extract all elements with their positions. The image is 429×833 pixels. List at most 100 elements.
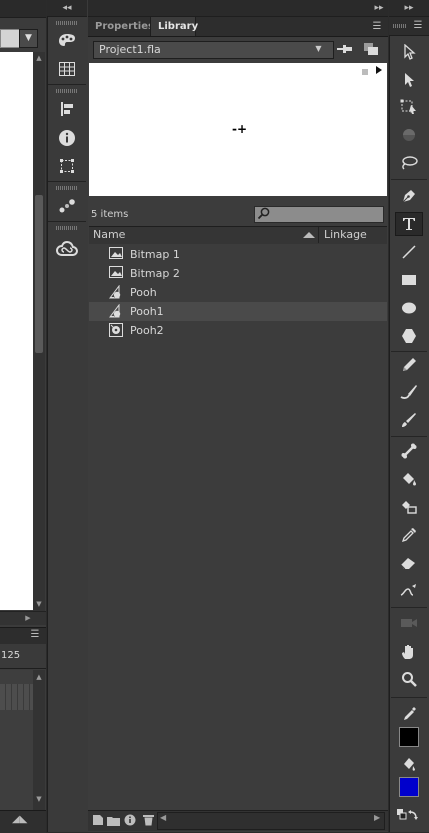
pencil-tool-icon[interactable]: [395, 353, 423, 377]
timeline-layer-frames[interactable]: [0, 684, 33, 710]
library-item-label: Bitmap 2: [130, 267, 180, 280]
zoom-tool-icon[interactable]: [395, 667, 423, 691]
swap-colors-icon[interactable]: [396, 806, 420, 826]
line-tool-icon[interactable]: [395, 240, 423, 264]
new-library-icon: [364, 43, 378, 55]
scroll-right-icon[interactable]: ▶: [374, 813, 380, 822]
stage-topbar: [0, 0, 46, 18]
lasso-tool-icon[interactable]: [395, 151, 423, 175]
bone-tool-icon[interactable]: [395, 439, 423, 463]
polystar-tool-icon[interactable]: [395, 324, 423, 348]
camera-tool-icon[interactable]: [395, 611, 423, 635]
eraser-tool-icon[interactable]: [395, 551, 423, 575]
scroll-down-icon[interactable]: ▼: [33, 598, 45, 610]
trash-icon[interactable]: [141, 813, 155, 827]
tool-divider: [391, 351, 427, 352]
library-item-label: Bitmap 1: [130, 248, 180, 261]
text-tool-icon[interactable]: [395, 212, 423, 236]
hand-tool-icon[interactable]: [395, 640, 423, 664]
pen-tool-icon[interactable]: [395, 184, 423, 208]
motion-presets-icon[interactable]: [54, 195, 80, 217]
panel-menu-icon[interactable]: ☰: [411, 17, 425, 35]
scroll-down-icon[interactable]: ▼: [33, 794, 45, 804]
info-icon[interactable]: [54, 127, 80, 149]
fill-color-swatch[interactable]: [399, 777, 419, 797]
scroll-up-icon[interactable]: ▲: [33, 672, 45, 682]
new-library-panel-button[interactable]: [361, 41, 381, 57]
creative-cloud-icon[interactable]: [54, 238, 80, 260]
scroll-up-icon[interactable]: ▲: [33, 52, 45, 64]
stop-icon[interactable]: [362, 69, 368, 75]
paint-brush-tool-icon[interactable]: [395, 408, 423, 432]
subselection-tool-icon[interactable]: [395, 68, 423, 92]
width-tool-icon[interactable]: [395, 579, 423, 603]
new-folder-icon[interactable]: [106, 813, 120, 827]
new-symbol-icon[interactable]: [91, 813, 105, 827]
scroll-thumb[interactable]: [35, 195, 43, 353]
panel-collapse-bar: [88, 0, 388, 17]
pin-icon: [337, 45, 352, 53]
chevron-down-icon[interactable]: ▼: [310, 41, 327, 57]
registration-point-icon: -+: [232, 122, 248, 136]
tool-divider: [391, 697, 427, 698]
expand-panels-icon[interactable]: ▸▸: [389, 0, 429, 17]
expand-panels-icon[interactable]: ▸▸: [372, 0, 386, 16]
eyedropper-tool-icon[interactable]: [395, 523, 423, 547]
free-transform-tool-icon[interactable]: [395, 95, 423, 119]
dock-divider: [48, 84, 86, 85]
panel-menu-icon[interactable]: ☰: [28, 627, 42, 643]
sort-ascending-icon[interactable]: [303, 232, 315, 238]
transform-icon[interactable]: [54, 155, 80, 177]
panel-grip[interactable]: [393, 24, 407, 28]
align-icon[interactable]: [54, 98, 80, 120]
play-icon[interactable]: [376, 66, 382, 74]
bitmap-icon: [109, 247, 123, 261]
panel-menu-icon[interactable]: ☰: [368, 17, 386, 36]
dock-grip[interactable]: [56, 89, 78, 93]
tab-library[interactable]: Library: [150, 17, 198, 36]
scene-dropdown[interactable]: [0, 29, 20, 48]
properties-icon[interactable]: [123, 813, 137, 827]
library-document-select[interactable]: Project1.fla: [93, 41, 334, 59]
paint-bucket-tool-icon[interactable]: [395, 467, 423, 491]
column-linkage[interactable]: Linkage: [324, 228, 367, 241]
swatches-icon[interactable]: [54, 58, 80, 80]
library-horizontal-scrollbar[interactable]: [157, 812, 385, 830]
tool-divider: [391, 179, 427, 180]
library-item-label: Pooh1: [130, 305, 164, 318]
tool-divider: [391, 436, 427, 437]
fill-color-icon[interactable]: [395, 752, 423, 776]
selection-tool-icon[interactable]: [395, 40, 423, 64]
library-search-input[interactable]: [254, 206, 384, 223]
dock-divider: [48, 221, 86, 222]
oval-tool-icon[interactable]: [395, 296, 423, 320]
tool-divider: [391, 607, 427, 608]
stroke-color-icon[interactable]: [395, 702, 423, 726]
dock-grip[interactable]: [56, 226, 78, 230]
column-name[interactable]: Name: [93, 228, 125, 241]
library-item-label: Pooh2: [130, 324, 164, 337]
graphic-symbol-icon: [109, 284, 123, 299]
stroke-color-swatch[interactable]: [399, 727, 419, 747]
search-icon: [257, 207, 271, 220]
dock-grip[interactable]: [56, 186, 78, 190]
color-palette-icon[interactable]: [54, 30, 80, 52]
3d-rotation-tool-icon[interactable]: [395, 123, 423, 147]
brush-tool-icon[interactable]: [395, 380, 423, 404]
dock-grip[interactable]: [56, 21, 78, 25]
collapse-dock-icon[interactable]: ◂◂: [47, 0, 87, 17]
rectangle-tool-icon[interactable]: [395, 268, 423, 292]
ink-bottle-tool-icon[interactable]: [395, 495, 423, 519]
dock-divider: [48, 181, 86, 182]
scroll-right-icon[interactable]: ▶: [22, 612, 34, 624]
timeline-vertical-scrollbar[interactable]: [33, 670, 45, 810]
graphic-symbol-icon: [109, 303, 123, 318]
column-divider[interactable]: [318, 227, 319, 243]
movie-clip-icon: [109, 323, 123, 337]
tab-properties[interactable]: Properties: [88, 17, 154, 36]
zoom-mountain-icon[interactable]: ◢◣: [12, 814, 27, 825]
stage-canvas[interactable]: [0, 52, 33, 610]
pin-library-button[interactable]: [335, 41, 355, 57]
chevron-down-icon[interactable]: ▼: [19, 29, 38, 48]
scroll-left-icon[interactable]: ◀: [160, 813, 166, 822]
